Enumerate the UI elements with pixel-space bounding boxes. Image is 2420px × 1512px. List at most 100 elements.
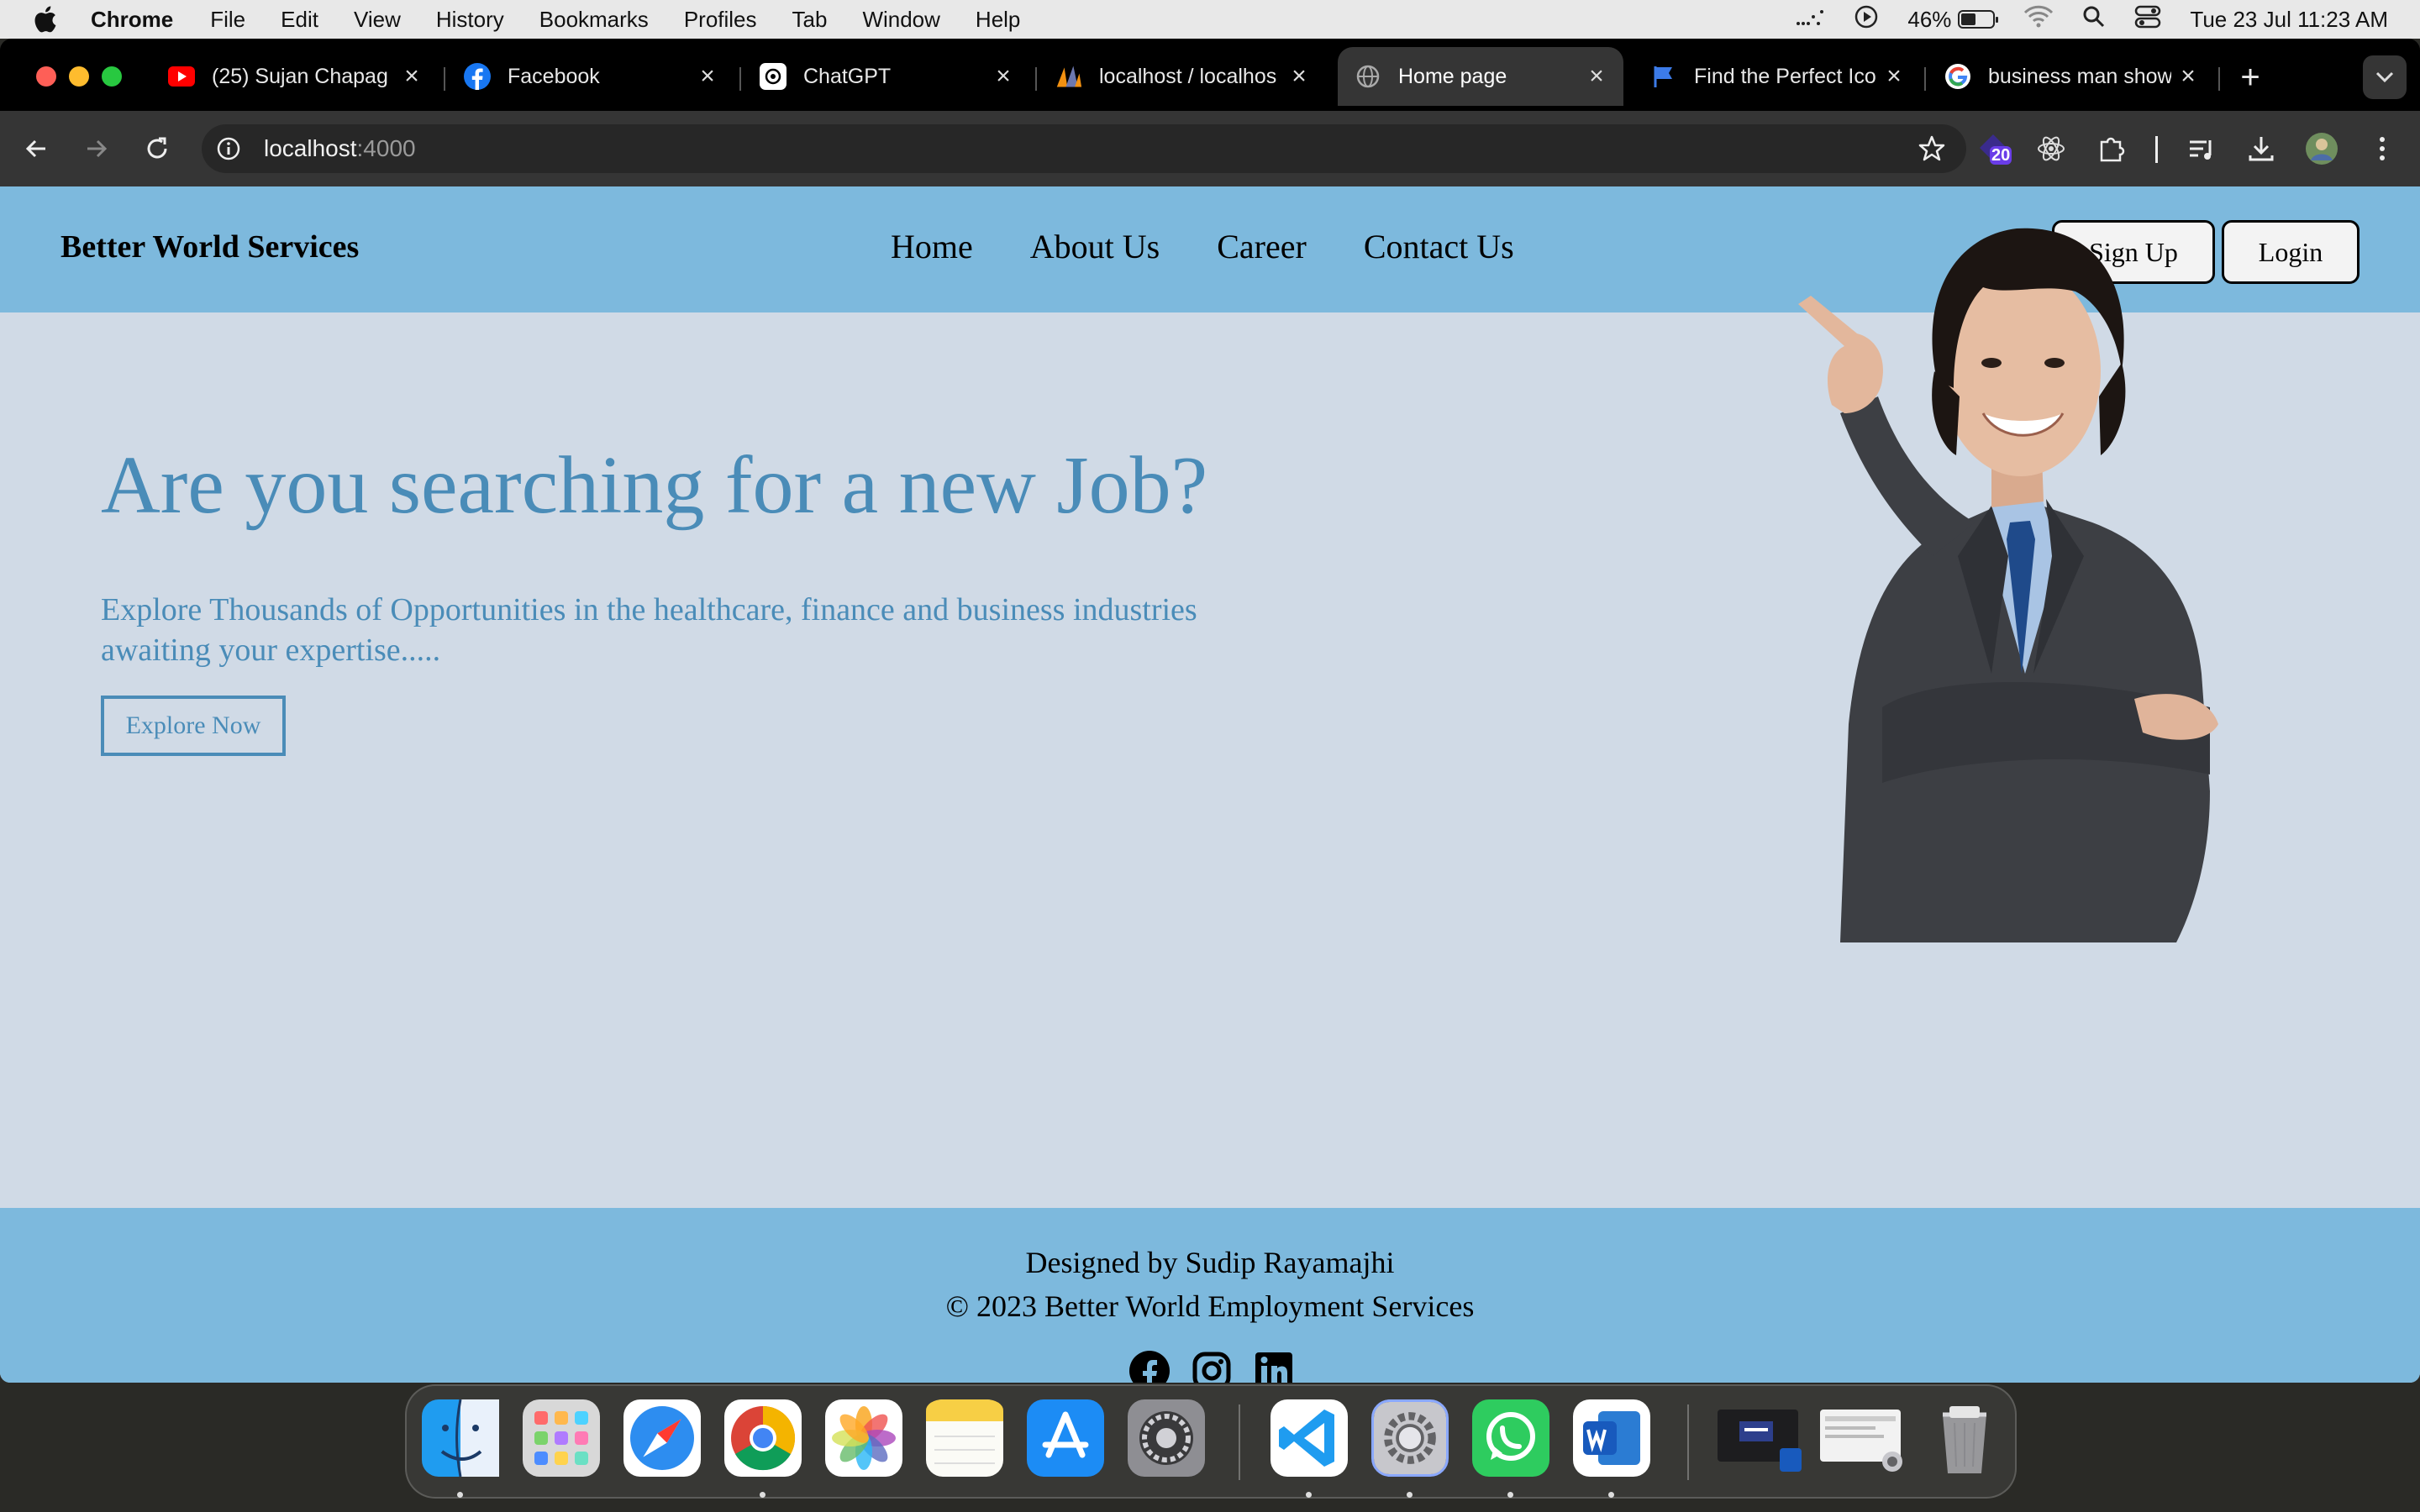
extension-badge-icon[interactable]: 20 [1975,129,2013,168]
word-icon[interactable] [1573,1399,1650,1477]
reload-button[interactable] [138,129,176,168]
react-devtools-icon[interactable] [2032,129,2070,168]
close-icon[interactable]: × [691,62,724,91]
download-icon[interactable] [2242,129,2281,168]
close-icon[interactable]: × [1580,62,1613,91]
photos-icon[interactable] [825,1399,902,1477]
tab-search-button[interactable] [2363,55,2407,99]
chatgpt-icon [760,63,786,90]
profile-avatar[interactable] [2302,129,2341,168]
wifi-icon[interactable] [2023,5,2054,34]
tab-phpmyadmin[interactable]: localhost / localhos × [1039,47,1326,106]
tab-title: ChatGPT [803,64,892,88]
menu-bookmarks[interactable]: Bookmarks [539,7,649,33]
battery-status[interactable]: 46% [1907,6,1999,33]
tab-home-page[interactable]: Home page × [1338,47,1623,106]
linkedin-icon[interactable] [1254,1351,1294,1383]
macos-menu-bar: Chrome File Edit View History Bookmarks … [0,0,2420,39]
tab-find-icon[interactable]: Find the Perfect Ico × [1634,47,1921,106]
menu-file[interactable]: File [210,7,245,33]
site-footer: Designed by Sudip Rayamajhi © 2023 Bette… [0,1208,2420,1383]
running-indicator [1608,1492,1614,1498]
browser-menu-icon[interactable] [2363,129,2402,168]
businessman-pointing-image [1739,203,2277,942]
close-icon[interactable]: × [986,62,1020,91]
close-icon[interactable]: × [1282,62,1316,91]
whatsapp-icon[interactable] [1472,1399,1549,1477]
menu-tab[interactable]: Tab [792,7,828,33]
close-icon[interactable]: × [1877,62,1911,91]
system-settings-icon[interactable] [1128,1399,1205,1477]
chevron-down-icon [2375,71,2394,83]
launchpad-icon[interactable] [523,1399,600,1477]
dock-separator [1239,1404,1240,1480]
instagram-icon[interactable] [1192,1351,1232,1383]
window-close-button[interactable] [36,66,56,87]
tab-strip: (25) Sujan Chapag × Facebook × ChatGPT ×… [0,39,2420,111]
menubar-clock[interactable]: Tue 23 Jul 11:23 AM [2190,7,2388,33]
tab-separator [739,67,741,91]
notes-icon[interactable] [926,1399,1003,1477]
close-icon[interactable]: × [395,62,429,91]
forward-button[interactable] [77,129,116,168]
vscode-icon[interactable] [1270,1399,1348,1477]
tab-separator [2218,67,2220,91]
bookmark-star-icon[interactable] [1918,134,1946,163]
url-host: localhost [264,135,357,161]
finder-icon[interactable] [422,1399,499,1478]
footer-copyright: © 2023 Better World Employment Services [945,1289,1475,1323]
tab-google-search[interactable]: business man show × [1928,47,2215,106]
menu-view[interactable]: View [354,7,401,33]
media-controls-icon[interactable] [2182,129,2221,168]
window-preview-icon[interactable] [1716,1399,1803,1477]
menu-edit[interactable]: Edit [281,7,318,33]
extensions-puzzle-icon[interactable] [2092,129,2131,168]
explore-now-button[interactable]: Explore Now [101,696,286,756]
trash-icon[interactable] [1926,1399,2003,1477]
running-indicator [1306,1492,1312,1498]
site-brand[interactable]: Better World Services [60,228,359,265]
battery-icon [1958,10,1999,29]
facebook-icon[interactable] [1129,1351,1170,1383]
tab-title: Home page [1398,64,1507,88]
safari-icon[interactable] [623,1399,701,1477]
nav-contact-link[interactable]: Contact Us [1364,227,1514,266]
tab-chatgpt[interactable]: ChatGPT × [743,47,1030,106]
nav-about-link[interactable]: About Us [1030,227,1160,266]
back-button[interactable] [17,129,55,168]
tab-separator [1035,67,1037,91]
control-center-icon[interactable] [2134,5,2161,34]
menu-app-name[interactable]: Chrome [91,7,173,33]
menu-history[interactable]: History [436,7,504,33]
web-page: Better World Services Home About Us Care… [0,186,2420,1383]
window-zoom-button[interactable] [102,66,122,87]
battery-percent: 46% [1907,6,1952,32]
menu-profiles[interactable]: Profiles [684,7,757,33]
chrome-icon[interactable] [724,1399,802,1477]
nav-career-link[interactable]: Career [1217,227,1307,266]
reload-icon [147,137,167,159]
tab-youtube[interactable]: (25) Sujan Chapag × [151,47,439,106]
menu-help[interactable]: Help [976,7,1020,33]
now-playing-icon[interactable] [1854,4,1879,35]
menu-window[interactable]: Window [862,7,939,33]
nav-home-link[interactable]: Home [891,227,973,266]
running-indicator [1507,1492,1513,1498]
browser-toolbar: localhost:4000 20 [0,111,2420,186]
stage-manager-icon[interactable] [1795,7,1825,33]
close-icon[interactable]: × [2171,62,2205,91]
site-info-icon[interactable] [213,134,244,164]
window-preview-icon[interactable] [1818,1399,1906,1477]
apple-icon[interactable] [32,5,66,34]
system-preferences-icon[interactable] [1371,1399,1449,1477]
address-bar[interactable]: localhost:4000 [202,124,1966,173]
tab-facebook[interactable]: Facebook × [447,47,734,106]
macos-dock [405,1384,2017,1499]
app-store-icon[interactable] [1027,1399,1104,1477]
google-icon [1944,63,1971,90]
window-minimize-button[interactable] [69,66,89,87]
phpmyadmin-icon [1055,63,1082,90]
spotlight-search-icon[interactable] [2082,5,2106,34]
new-tab-button[interactable]: + [2232,59,2269,96]
tab-title: Facebook [508,64,600,88]
